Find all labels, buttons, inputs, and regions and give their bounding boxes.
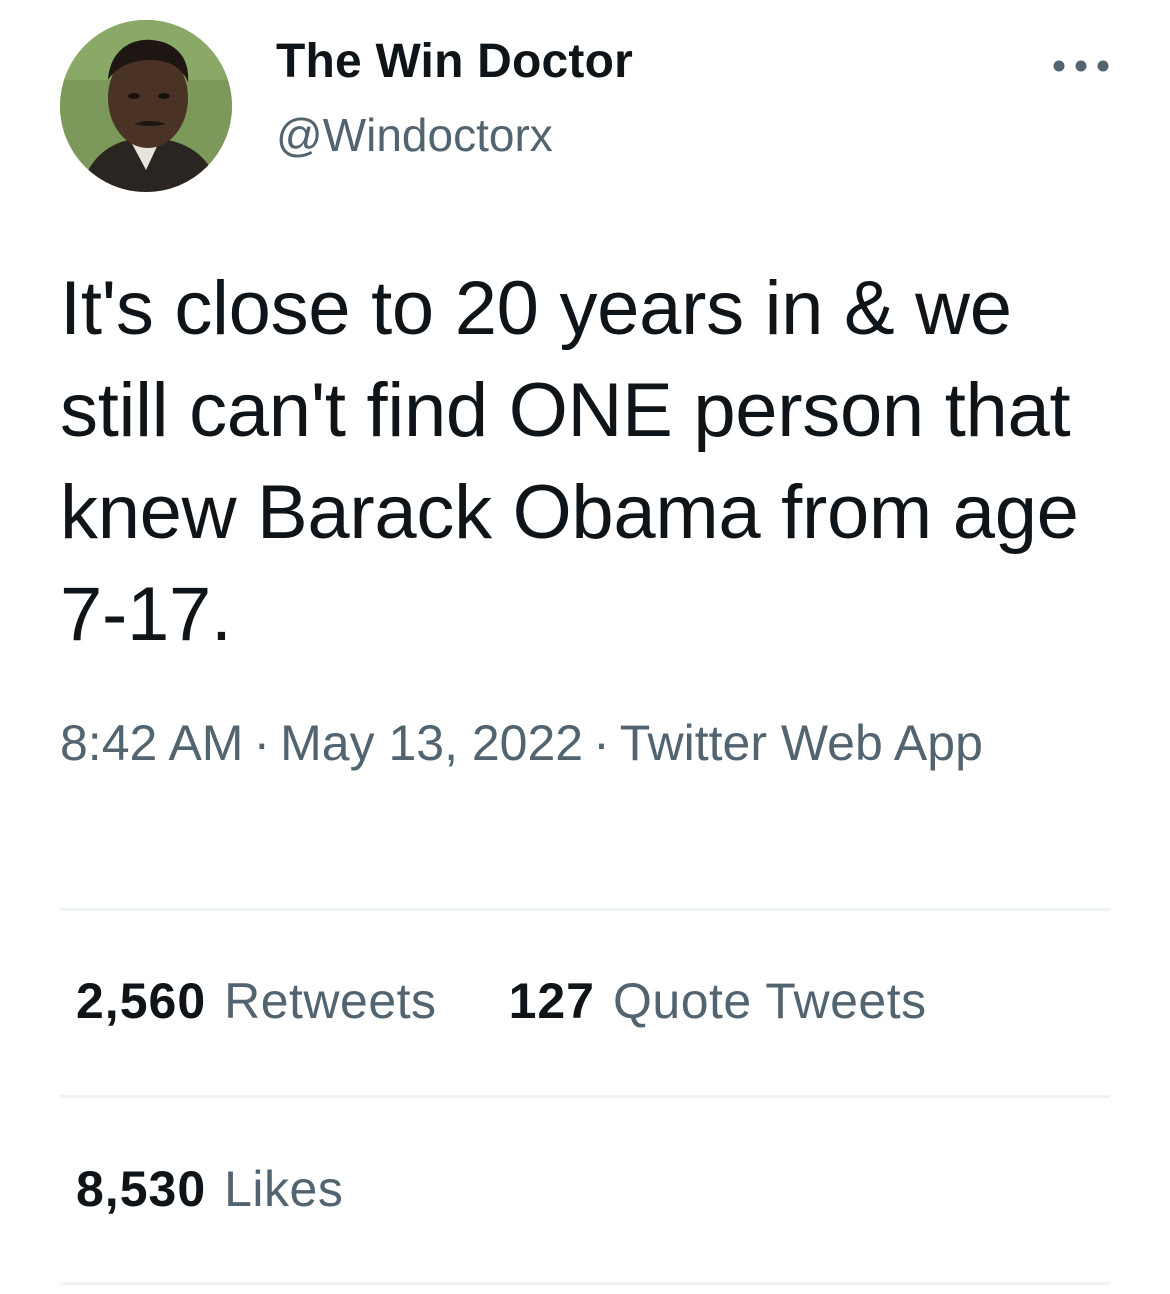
user-handle[interactable]: @Windoctorx	[276, 108, 553, 162]
likes-stats-row: 8,530 Likes	[76, 1160, 415, 1218]
quote-tweets-stat[interactable]: 127 Quote Tweets	[509, 972, 927, 1030]
divider	[60, 1282, 1110, 1285]
tweet-time[interactable]: 8:42 AM	[60, 715, 243, 771]
tweet-metadata: 8:42 AM · May 13, 2022 · Twitter Web App	[60, 706, 1110, 780]
meta-separator: ·	[593, 715, 610, 771]
tweet-date[interactable]: May 13, 2022	[280, 715, 583, 771]
avatar[interactable]	[60, 20, 232, 192]
profile-photo-icon	[60, 20, 232, 192]
more-horizontal-icon	[1053, 60, 1109, 72]
meta-separator: ·	[253, 715, 271, 771]
more-options-button[interactable]	[1048, 44, 1114, 88]
tweet-text: It's close to 20 years in & we still can…	[60, 266, 1079, 657]
retweets-stat[interactable]: 2,560 Retweets	[76, 972, 437, 1030]
quote-tweets-count: 127	[508, 973, 595, 1029]
quote-tweets-label: Quote Tweets	[613, 973, 927, 1029]
likes-stat[interactable]: 8,530 Likes	[76, 1160, 343, 1218]
display-name[interactable]: The Win Doctor	[276, 34, 633, 89]
retweets-label: Retweets	[224, 973, 437, 1029]
divider	[60, 1095, 1110, 1098]
likes-count: 8,530	[76, 1161, 207, 1217]
likes-label: Likes	[224, 1161, 344, 1217]
divider	[60, 908, 1110, 911]
tweet-source[interactable]: Twitter Web App	[620, 715, 983, 771]
engagement-stats-row: 2,560 Retweets 127 Quote Tweets	[76, 972, 999, 1030]
retweets-count: 2,560	[76, 973, 207, 1029]
